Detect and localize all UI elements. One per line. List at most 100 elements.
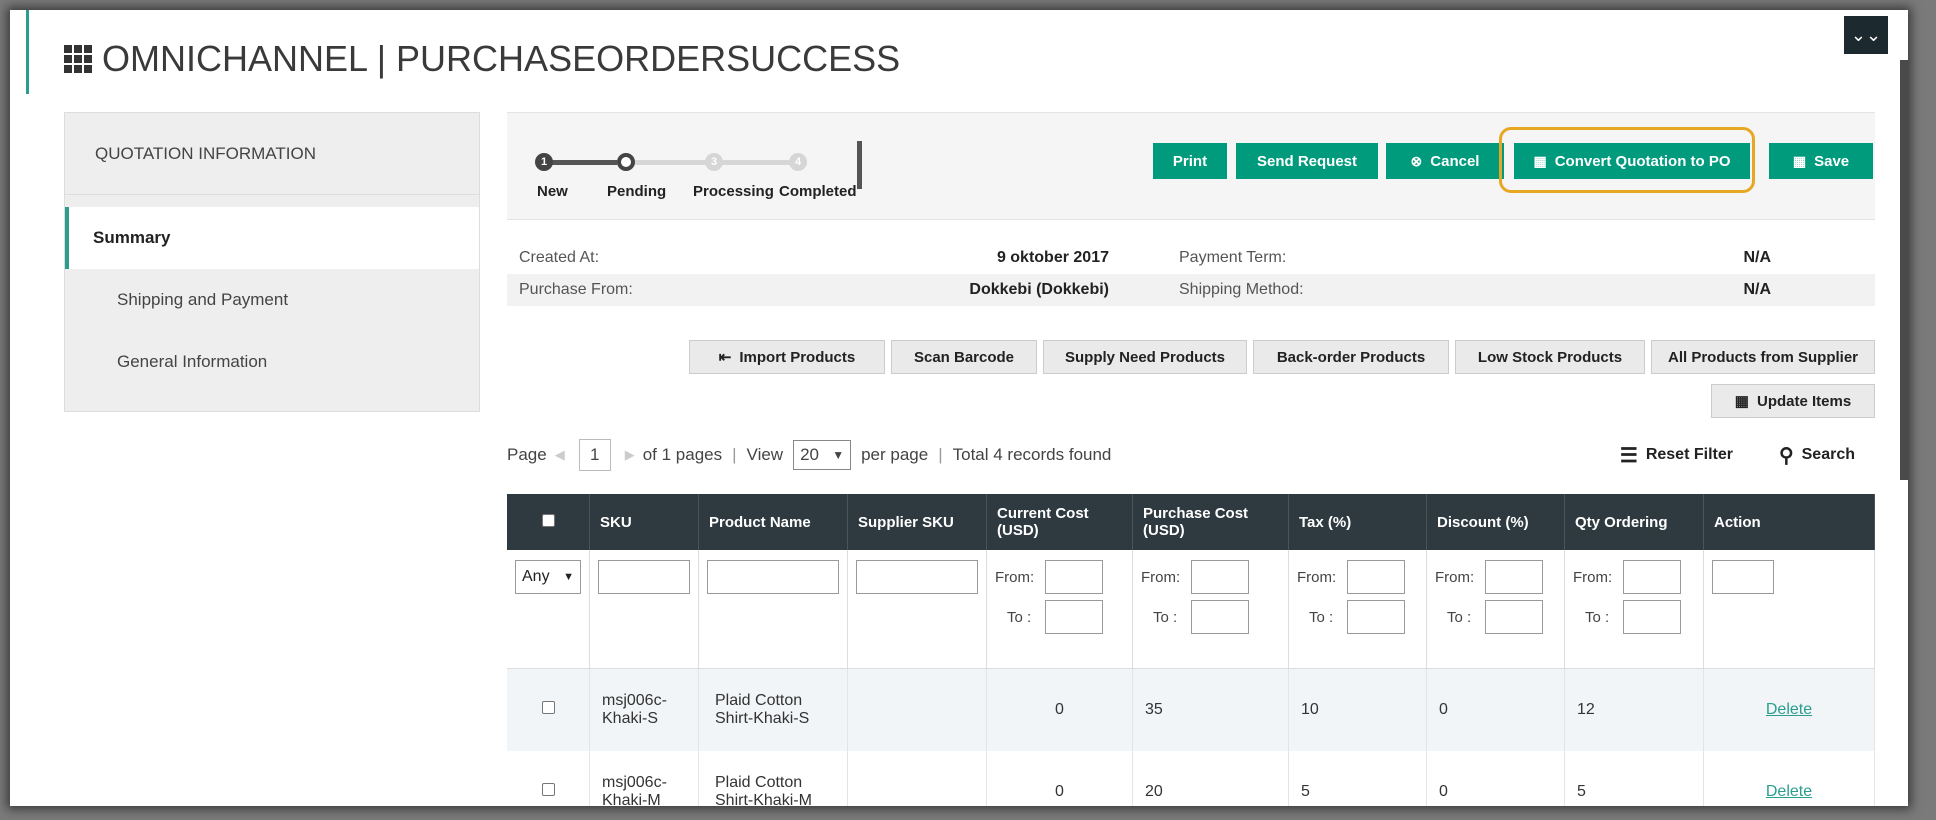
per-page-select[interactable]: 20 ▼ xyxy=(793,440,852,470)
step-label-completed: Completed xyxy=(779,183,857,200)
qty-cell[interactable]: 12 xyxy=(1564,668,1704,751)
app-window: ⌄⌄ OMNICHANNEL | PURCHASEORDERSUCCESS QU… xyxy=(10,10,1908,806)
filter-cell: From: To : xyxy=(1426,550,1565,669)
search-button[interactable]: ⚲ Search xyxy=(1779,443,1855,468)
import-products-button[interactable]: ⇤ Import Products xyxy=(689,340,885,374)
filter-cell: From: To : xyxy=(986,550,1133,669)
scrollbar[interactable] xyxy=(1900,60,1908,480)
current-cost-range: From: To : xyxy=(995,560,1124,634)
discount-cell[interactable]: 0 xyxy=(1426,751,1565,806)
sidebar-item-shipping-payment[interactable]: Shipping and Payment xyxy=(65,269,479,331)
next-page-icon[interactable]: ▶ xyxy=(625,447,635,463)
tax-from-input[interactable] xyxy=(1347,560,1405,594)
column-header-action: Action xyxy=(1703,494,1875,550)
tax-cell[interactable]: 10 xyxy=(1288,668,1427,751)
discount-cell[interactable]: 0 xyxy=(1426,668,1565,751)
all-products-supplier-button[interactable]: All Products from Supplier xyxy=(1651,340,1875,374)
row-checkbox[interactable] xyxy=(541,783,555,796)
send-request-button[interactable]: Send Request xyxy=(1236,143,1378,179)
column-header-current-cost[interactable]: Current Cost (USD) xyxy=(986,494,1133,550)
page-title-text: OMNICHANNEL | PURCHASEORDERSUCCESS xyxy=(102,38,901,79)
to-label: To : xyxy=(1007,608,1032,626)
product-name-filter-input[interactable] xyxy=(707,560,839,594)
products-table: SKU Product Name Supplier SKU Current Co… xyxy=(507,494,1875,806)
table-row[interactable]: msj006c- Khaki-M Plaid Cotton Shirt-Khaki-… xyxy=(507,751,1875,806)
print-button[interactable]: Print xyxy=(1153,143,1227,179)
purchase-cost-range: From: To : xyxy=(1141,560,1280,634)
column-header-sku[interactable]: SKU xyxy=(589,494,699,550)
row-checkbox[interactable] xyxy=(541,701,555,714)
save-button[interactable]: ▦ Save xyxy=(1769,143,1873,179)
sku-filter-input[interactable] xyxy=(598,560,690,594)
tax-to-input[interactable] xyxy=(1347,600,1405,634)
sidebar-item-general-information[interactable]: General Information xyxy=(65,331,479,393)
discount-from-input[interactable] xyxy=(1485,560,1543,594)
filter-cell: From: To : xyxy=(1288,550,1427,669)
purchase-cost-from-input[interactable] xyxy=(1191,560,1249,594)
tax-cell[interactable]: 5 xyxy=(1288,751,1427,806)
column-header-purchase-cost[interactable]: Purchase Cost (USD) xyxy=(1132,494,1289,550)
qty-range: From: To : xyxy=(1573,560,1695,634)
product-name-cell: Plaid Cotton Shirt-Khaki-S xyxy=(698,668,848,751)
current-cost-from-input[interactable] xyxy=(1045,560,1103,594)
search-icon: ⚲ xyxy=(1778,444,1794,467)
column-header-tax[interactable]: Tax (%) xyxy=(1288,494,1427,550)
sku-text: Khaki-M xyxy=(602,792,661,806)
table-header-row: SKU Product Name Supplier SKU Current Co… xyxy=(507,494,1875,550)
reset-filter-label: Reset Filter xyxy=(1645,446,1733,463)
import-icon: ⇤ xyxy=(718,349,732,366)
apps-grid-icon[interactable] xyxy=(64,45,92,73)
cancel-button[interactable]: ⊗ Cancel xyxy=(1386,143,1504,179)
column-header-supplier-sku[interactable]: Supplier SKU xyxy=(847,494,987,550)
tax-range: From: To : xyxy=(1297,560,1418,634)
purchase-cost-to-input[interactable] xyxy=(1191,600,1249,634)
dropdown-arrow-icon: ▼ xyxy=(832,448,845,462)
status-stepper: 1 3 4 New Pending Processing Completed xyxy=(535,149,857,209)
supplier-sku-filter-input[interactable] xyxy=(856,560,978,594)
pagination-bar: Page ◀ 1 ▶ of 1 pages | View 20 ▼ per pa… xyxy=(507,438,1875,472)
page-number-input[interactable]: 1 xyxy=(578,439,611,471)
of-pages-text: of 1 pages xyxy=(642,445,723,464)
collapse-chevron-icon[interactable]: ⌄⌄ xyxy=(1844,16,1888,54)
reset-filter-button[interactable]: ☰ Reset Filter xyxy=(1620,443,1733,468)
step-connector xyxy=(545,160,617,165)
sku-text: msj006c- xyxy=(602,692,667,709)
qty-cell[interactable]: 5 xyxy=(1564,751,1704,806)
current-cost-to-input[interactable] xyxy=(1045,600,1103,634)
column-header-discount[interactable]: Discount (%) xyxy=(1426,494,1565,550)
from-label: From: xyxy=(1141,568,1181,586)
qty-to-input[interactable] xyxy=(1623,600,1681,634)
purchase-cost-cell[interactable]: 35 xyxy=(1132,668,1289,751)
table-row[interactable]: msj006c- Khaki-S Plaid Cotton Shirt-Khaki-… xyxy=(507,668,1875,751)
current-cost-cell: 0 xyxy=(986,668,1133,751)
select-filter-dropdown[interactable]: Any ▼ xyxy=(515,560,581,594)
from-label: From: xyxy=(1297,568,1337,586)
supply-need-products-button[interactable]: Supply Need Products xyxy=(1043,340,1247,374)
column-header-product-name[interactable]: Product Name xyxy=(698,494,848,550)
row-select-cell xyxy=(507,751,590,806)
update-items-button[interactable]: ▦ Update Items xyxy=(1711,384,1875,418)
prev-page-icon[interactable]: ◀ xyxy=(555,447,565,463)
low-stock-products-button[interactable]: Low Stock Products xyxy=(1455,340,1645,374)
payment-term-value: N/A xyxy=(1743,249,1771,266)
filter-row: Any ▼ From: To : From: To: From: To: F… xyxy=(507,550,1875,669)
qty-from-input[interactable] xyxy=(1623,560,1681,594)
total-records-text: Total 4 records found xyxy=(952,445,1112,464)
action-filter-input[interactable] xyxy=(1712,560,1774,594)
back-order-products-button[interactable]: Back-order Products xyxy=(1253,340,1449,374)
purchase-cost-cell[interactable]: 20 xyxy=(1132,751,1289,806)
discount-to-input[interactable] xyxy=(1485,600,1543,634)
sidebar-item-summary[interactable]: Summary xyxy=(65,207,479,269)
row-select-cell xyxy=(507,668,590,751)
scan-barcode-button[interactable]: Scan Barcode xyxy=(891,340,1037,374)
cancel-circle-icon: ⊗ xyxy=(1410,152,1423,169)
delete-link[interactable]: Delete xyxy=(1766,783,1812,800)
step-label-processing: Processing xyxy=(693,183,774,200)
delete-link[interactable]: Delete xyxy=(1766,701,1812,718)
column-header-qty-ordering[interactable]: Qty Ordering xyxy=(1564,494,1704,550)
highlight-outline xyxy=(1499,127,1755,193)
update-items-label: Update Items xyxy=(1756,392,1852,410)
page-label: Page xyxy=(507,445,547,464)
select-all-checkbox[interactable] xyxy=(541,513,555,527)
current-cost-cell: 0 xyxy=(986,751,1133,806)
